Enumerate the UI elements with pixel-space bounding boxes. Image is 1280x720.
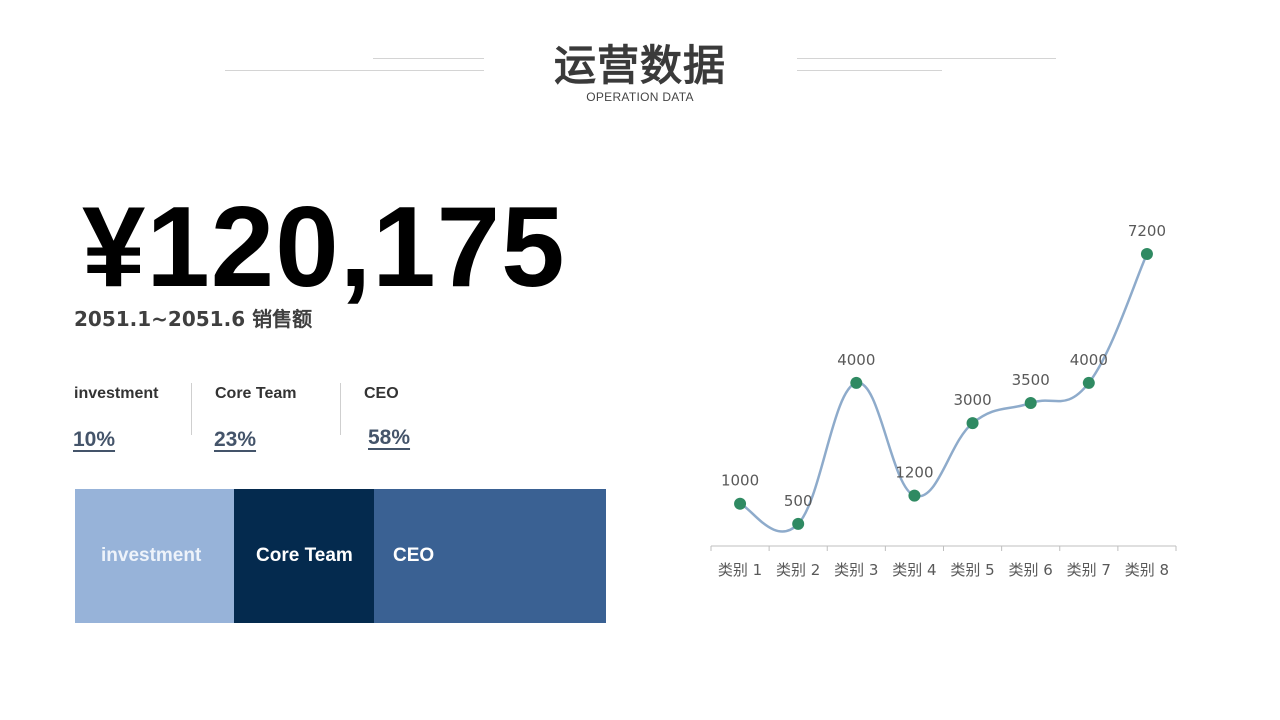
- data-point: [1024, 397, 1037, 410]
- stat-ceo-label: CEO: [364, 385, 399, 402]
- stat-divider: [340, 383, 341, 435]
- share-bar: investment Core Team CEO: [75, 489, 606, 623]
- data-label: 1200: [895, 464, 933, 482]
- data-label: 500: [784, 492, 813, 510]
- data-point: [908, 489, 921, 502]
- category-label: 类别 6: [1009, 561, 1053, 579]
- category-label: 类别 4: [892, 561, 936, 579]
- data-point: [792, 517, 805, 530]
- share-segment-investment: investment: [75, 489, 234, 623]
- stat-core-team-value[interactable]: 23%: [214, 428, 256, 452]
- title-rule-left-short: [373, 58, 484, 59]
- data-label: 4000: [1070, 351, 1108, 369]
- series-line: [738, 252, 1149, 533]
- sales-period: 2051.1~2051.6 销售额: [74, 307, 313, 331]
- line-chart: 1000 500 4000 1200 3000 3500 4000 7200 类别 1 类别 2 类…: [710, 222, 1177, 579]
- stat-ceo-value[interactable]: 58%: [368, 426, 410, 450]
- data-label: 3000: [953, 391, 991, 409]
- category-label: 类别 3: [834, 561, 878, 579]
- data-label: 3500: [1012, 371, 1050, 389]
- data-label: 1000: [721, 472, 759, 490]
- share-segment-label: investment: [101, 545, 202, 566]
- stat-core-team-label: Core Team: [215, 385, 297, 402]
- sales-total: ¥120,175: [82, 184, 566, 311]
- category-label: 类别 7: [1067, 561, 1111, 579]
- share-segment-label: CEO: [393, 545, 435, 566]
- page-title: 运营数据: [553, 41, 726, 90]
- category-label: 类别 1: [718, 561, 762, 579]
- title-rule-left-long: [225, 70, 484, 71]
- category-label: 类别 5: [950, 561, 994, 579]
- data-label: 4000: [837, 351, 875, 369]
- stat-investment-label: investment: [74, 385, 159, 402]
- data-point: [850, 376, 863, 389]
- share-segment-core-team: Core Team: [234, 489, 374, 623]
- stat-divider: [191, 383, 192, 435]
- share-segment-ceo: CEO: [374, 489, 606, 623]
- data-point: [966, 417, 979, 430]
- data-point: [1140, 248, 1153, 260]
- data-point: [1082, 376, 1095, 389]
- category-label: 类别 2: [776, 561, 820, 579]
- category-label: 类别 8: [1125, 561, 1169, 579]
- page-subtitle: OPERATION DATA: [586, 90, 694, 104]
- title-rule-right-long: [797, 58, 1056, 59]
- data-label: 7200: [1128, 222, 1166, 240]
- share-segment-label: Core Team: [256, 545, 353, 566]
- title-rule-right-short: [797, 70, 942, 71]
- data-point: [734, 497, 747, 510]
- stat-investment-value[interactable]: 10%: [73, 428, 115, 452]
